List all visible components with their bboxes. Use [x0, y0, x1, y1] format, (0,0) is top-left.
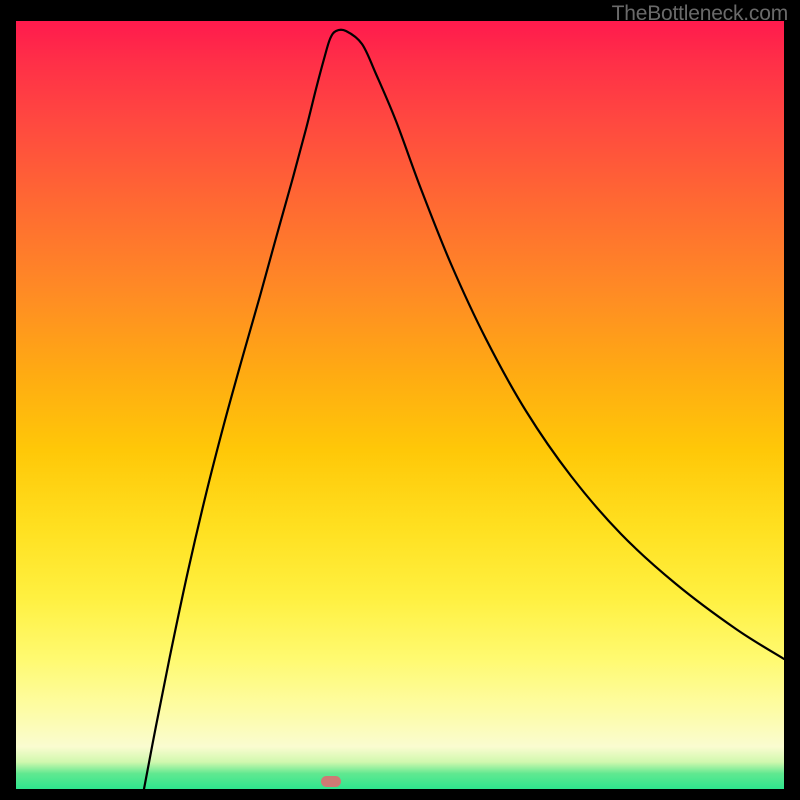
optimal-marker: [321, 776, 341, 787]
watermark: TheBottleneck.com: [612, 2, 788, 26]
bottleneck-curve: [16, 21, 784, 789]
